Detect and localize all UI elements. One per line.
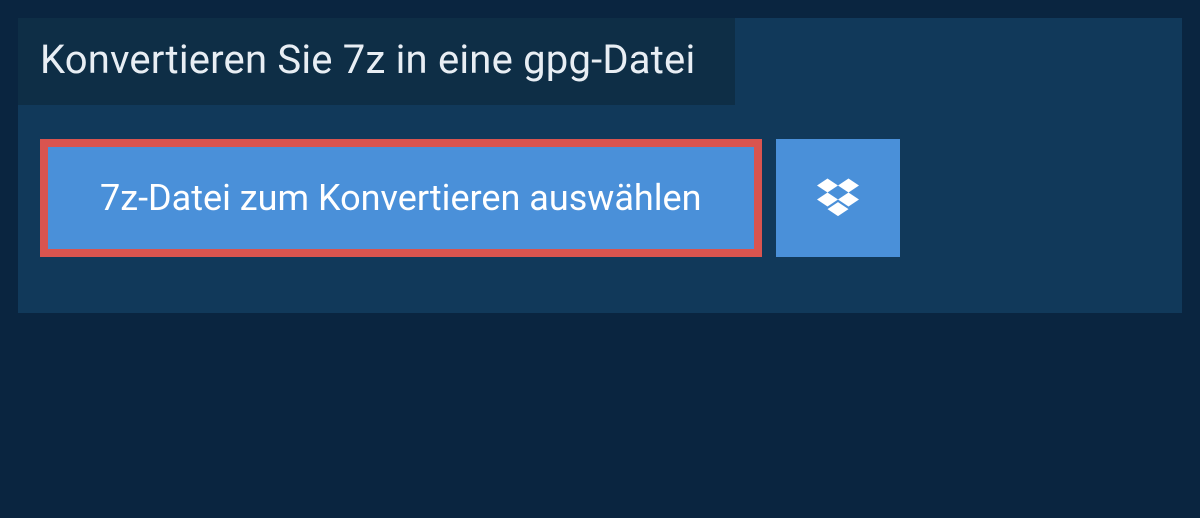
page-title: Konvertieren Sie 7z in eine gpg-Datei <box>40 36 695 83</box>
dropbox-button[interactable] <box>776 139 900 257</box>
select-file-button[interactable]: 7z-Datei zum Konvertieren auswählen <box>40 139 762 257</box>
select-file-button-label: 7z-Datei zum Konvertieren auswählen <box>100 177 702 219</box>
dropbox-icon <box>817 175 859 221</box>
button-row: 7z-Datei zum Konvertieren auswählen <box>18 139 1182 257</box>
title-container: Konvertieren Sie 7z in eine gpg-Datei <box>18 18 735 105</box>
converter-panel: Konvertieren Sie 7z in eine gpg-Datei 7z… <box>18 18 1182 313</box>
